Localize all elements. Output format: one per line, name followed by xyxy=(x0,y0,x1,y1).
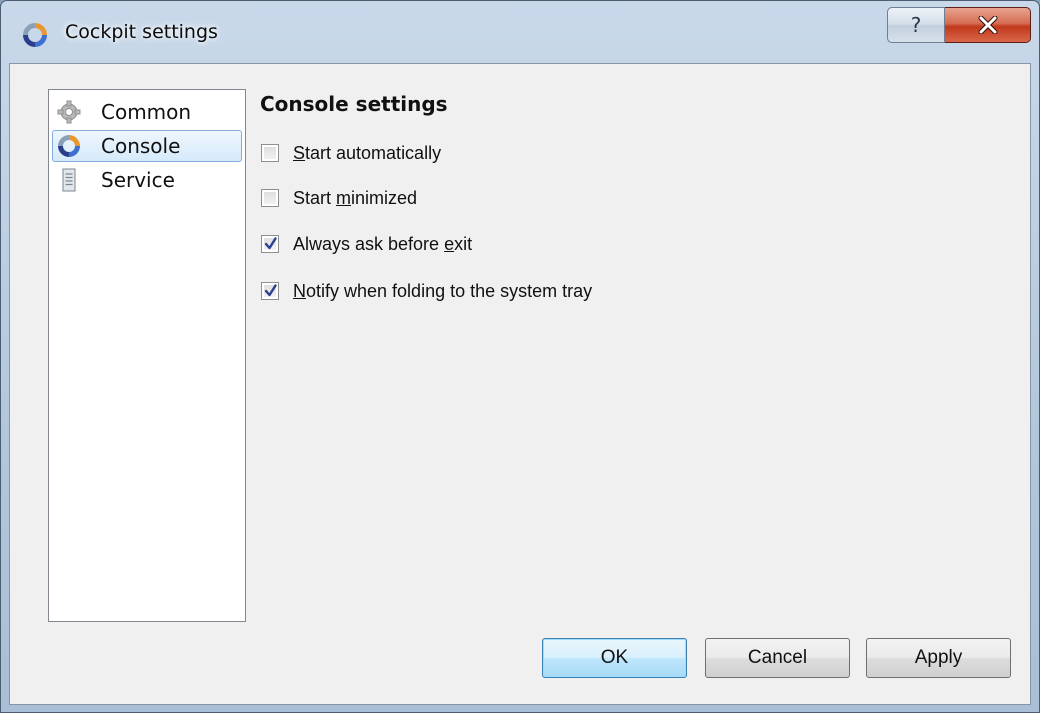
gear-icon xyxy=(57,100,81,124)
help-button[interactable]: ? xyxy=(887,7,945,43)
option-always-ask-before-exit[interactable]: Always ask before exit xyxy=(261,232,472,256)
nav-item-common[interactable]: Common xyxy=(52,96,242,128)
cockpit-app-icon xyxy=(23,23,47,47)
check-mark-icon xyxy=(264,284,277,297)
option-label: Always ask before exit xyxy=(293,233,473,254)
ok-button[interactable]: OK xyxy=(542,638,687,678)
option-label: Notify when folding to the system tray xyxy=(293,280,593,301)
always-ask-before-exit-checkbox[interactable] xyxy=(261,235,279,253)
nav-item-console[interactable]: Console xyxy=(52,130,242,162)
option-notify-system-tray[interactable]: Notify when folding to the system tray xyxy=(261,279,592,303)
nav-item-label: Common xyxy=(101,100,192,124)
settings-window: Cockpit settings ? Common Console Servic… xyxy=(0,0,1040,713)
title-bar[interactable]: Cockpit settings ? xyxy=(1,1,1039,63)
window-title: Cockpit settings xyxy=(65,21,218,43)
apply-button[interactable]: Apply xyxy=(866,638,1011,678)
option-start-automatically[interactable]: Start automatically xyxy=(261,141,441,165)
settings-category-list[interactable]: Common Console Service xyxy=(48,89,246,622)
check-mark-icon xyxy=(264,237,277,250)
start-automatically-checkbox[interactable] xyxy=(261,144,279,162)
cockpit-ring-icon xyxy=(58,135,80,157)
document-icon xyxy=(62,168,76,192)
nav-item-label: Console xyxy=(101,134,181,158)
nav-item-service[interactable]: Service xyxy=(52,164,242,196)
title-buttons: ? xyxy=(887,7,1031,45)
option-label: Start minimized xyxy=(293,187,418,208)
close-button[interactable] xyxy=(945,7,1031,43)
cancel-button[interactable]: Cancel xyxy=(705,638,850,678)
section-title: Console settings xyxy=(260,92,448,116)
dialog-body: Common Console Service Console settings … xyxy=(9,63,1031,705)
option-label: Start automatically xyxy=(293,142,442,163)
option-start-minimized[interactable]: Start minimized xyxy=(261,186,417,210)
start-minimized-checkbox[interactable] xyxy=(261,189,279,207)
nav-item-label: Service xyxy=(101,168,175,192)
close-icon xyxy=(978,16,997,34)
notify-system-tray-checkbox[interactable] xyxy=(261,282,279,300)
